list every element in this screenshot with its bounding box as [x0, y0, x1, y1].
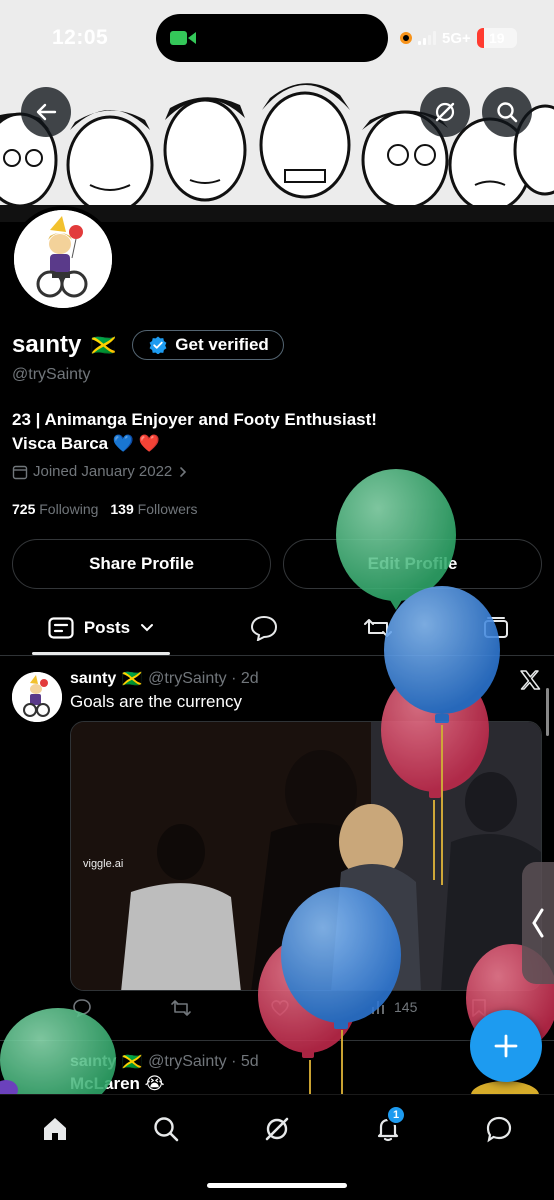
heart-icon	[271, 1000, 289, 1017]
followers-count: 139	[110, 501, 134, 517]
side-panel-handle[interactable]	[522, 862, 554, 984]
tweet-text: Goals are the currency	[70, 692, 242, 711]
reply-icon	[73, 999, 91, 1018]
profile-bio: 23 | Animanga Enjoyer and Footy Enthusia…	[12, 408, 377, 456]
tweet-text: McLaren 😭	[70, 1074, 165, 1093]
nav-notifications[interactable]: 1	[368, 1105, 408, 1149]
battery-icon: 19	[476, 28, 517, 48]
battery-level: 19	[488, 30, 505, 46]
posts-icon	[48, 617, 74, 639]
media-icon	[484, 617, 508, 638]
search-icon	[497, 102, 518, 123]
views-action[interactable]: 145	[370, 998, 417, 1016]
followers-label: Followers	[137, 501, 198, 517]
chevron-left-icon	[532, 908, 544, 938]
calendar-icon	[12, 465, 28, 479]
network-type: 5G+	[442, 29, 471, 47]
grok-button[interactable]	[420, 87, 470, 137]
joined-label: Joined January 2022	[33, 463, 173, 480]
tweet-video[interactable]: viggle.ai	[70, 721, 542, 991]
following-count: 725	[12, 501, 36, 517]
video-camera-icon	[170, 31, 196, 45]
repost-icon	[171, 1000, 191, 1016]
status-right: 5G+ 19	[400, 28, 517, 48]
repost-action[interactable]	[170, 998, 192, 1018]
share-profile-button[interactable]: Share Profile	[12, 539, 271, 589]
profile-tabs: Posts	[0, 600, 554, 656]
recording-indicator-icon	[400, 32, 412, 44]
tweet-header: saınty 🇯🇲 @trySainty · 5d	[70, 1052, 259, 1072]
views-bars-icon	[372, 1001, 384, 1014]
back-button[interactable]	[21, 87, 71, 137]
search-button[interactable]	[482, 87, 532, 137]
verified-badge-icon	[149, 336, 167, 354]
nav-grok[interactable]	[257, 1109, 297, 1149]
bio-line-2: Visca Barca 💙 ❤️	[12, 434, 160, 453]
followers-link[interactable]: 139 Followers	[110, 501, 197, 517]
tab-reposts[interactable]	[348, 600, 408, 656]
tab-replies[interactable]	[234, 600, 294, 656]
nav-messages[interactable]	[479, 1109, 519, 1149]
tweet-avatar[interactable]	[12, 672, 62, 722]
like-action[interactable]	[270, 998, 290, 1018]
reply-action[interactable]	[72, 998, 92, 1018]
get-verified-label: Get verified	[175, 335, 269, 354]
home-icon	[44, 1118, 66, 1140]
home-indicator[interactable]	[207, 1183, 347, 1188]
jamaica-flag-emoji: 🇯🇲	[91, 334, 117, 357]
status-time: 12:05	[52, 26, 109, 49]
message-bubble-icon	[486, 1116, 512, 1143]
profile-handle: @trySainty	[12, 366, 91, 383]
video-watermark: viggle.ai	[83, 858, 124, 870]
battery-fill	[476, 28, 485, 48]
follow-stats: 725 Following 139 Followers	[12, 501, 198, 517]
avatar-image	[12, 672, 62, 722]
tweet-author[interactable]: saınty	[70, 1053, 116, 1071]
grok-icon	[265, 1117, 289, 1141]
dynamic-island	[156, 14, 388, 62]
search-icon	[154, 1117, 179, 1142]
status-bar: 12:05 5G+ 19	[0, 0, 554, 78]
tweet-handle-time: @trySainty · 2d	[148, 670, 259, 687]
bio-line-1: 23 | Animanga Enjoyer and Footy Enthusia…	[12, 410, 377, 429]
chevron-right-icon	[180, 466, 187, 477]
compose-post-button[interactable]	[470, 1010, 542, 1082]
edit-profile-button[interactable]: Edit Profile	[283, 539, 542, 589]
repost-icon	[364, 619, 392, 637]
flag-emoji: 🇯🇲	[122, 1054, 143, 1071]
plus-icon	[494, 1034, 518, 1058]
joined-date[interactable]: Joined January 2022	[12, 463, 189, 480]
profile-name-row: saınty 🇯🇲 Get verified	[12, 330, 284, 360]
reply-bubble-icon	[250, 615, 278, 641]
scrollbar[interactable]	[546, 688, 549, 736]
following-link[interactable]: 725 Following	[12, 501, 98, 517]
get-verified-button[interactable]: Get verified	[132, 330, 284, 360]
tweet-handle-time: @trySainty · 5d	[148, 1053, 259, 1070]
chevron-down-icon	[141, 624, 154, 632]
tab-media[interactable]	[466, 600, 526, 656]
notifications-badge: 1	[386, 1105, 406, 1125]
nav-search[interactable]	[146, 1109, 186, 1149]
tweet-actions: 145	[70, 998, 540, 1026]
tab-posts-label: Posts	[83, 618, 131, 637]
avatar-image	[14, 210, 112, 308]
arrow-left-icon	[36, 103, 57, 121]
display-name: saınty	[12, 331, 82, 358]
grok-icon	[435, 102, 455, 122]
following-label: Following	[39, 501, 99, 517]
tweet-header: saınty 🇯🇲 @trySainty · 2d	[70, 669, 259, 689]
tab-active-indicator	[32, 652, 170, 655]
views-count: 145	[394, 999, 418, 1015]
tab-posts[interactable]: Posts	[32, 600, 170, 656]
video-frame-image	[71, 722, 541, 990]
signal-icon	[418, 31, 436, 45]
profile-avatar[interactable]	[10, 206, 116, 312]
flag-emoji: 🇯🇲	[122, 671, 143, 688]
tweet-author[interactable]: saınty	[70, 670, 116, 688]
x-logo-icon[interactable]	[518, 668, 542, 692]
nav-home[interactable]	[35, 1109, 75, 1149]
